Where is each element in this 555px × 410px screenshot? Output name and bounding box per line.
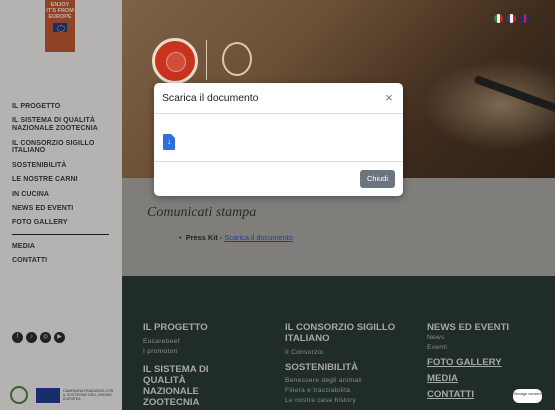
footer-heading-sistema[interactable]: IL SISTEMA DI QUALITÀ NAZIONALE ZOOTECNI… <box>143 364 223 408</box>
footer-link-foto-gallery[interactable]: FOTO GALLERY <box>427 357 555 368</box>
enjoy-europe-logo[interactable]: ENJOY IT'S FROM EUROPE <box>45 0 75 52</box>
logo-line-3: EUROPE <box>48 14 72 20</box>
nav-item-news-eventi[interactable]: NEWS ED EVENTI <box>12 205 118 213</box>
page-title: Comunicati stampa <box>147 205 257 220</box>
press-kit-download-link[interactable]: Scarica il documento <box>224 233 293 242</box>
instagram-icon[interactable]: ◎ <box>40 332 51 343</box>
footer-col-2: IL CONSORZIO SIGILLO ITALIANO Il Consorz… <box>285 322 415 406</box>
footer-heading-news[interactable]: NEWS ED EVENTI <box>427 322 555 333</box>
close-icon[interactable]: × <box>383 91 395 104</box>
footer-link-promotori[interactable]: I promotori <box>143 347 273 357</box>
footer-link-case-history[interactable]: Le nostre case history <box>285 396 415 406</box>
nav-item-nostre-carni[interactable]: LE NOSTRE CARNI <box>12 176 118 184</box>
nav-item-in-cucina[interactable]: IN CUCINA <box>12 191 118 199</box>
sidebar: ENJOY IT'S FROM EUROPE IL PROGETTO IL SI… <box>0 0 122 410</box>
nav-item-sistema-qualita[interactable]: IL SISTEMA DI QUALITÀ NAZIONALE ZOOTECNI… <box>12 117 118 133</box>
footer-link-filiera[interactable]: Filiera e tracciabilità <box>285 386 415 396</box>
footer-heading-sostenibilita[interactable]: SOSTENIBILITÀ <box>285 362 415 373</box>
press-kit-line: • Press Kit - Scarica il documento <box>179 233 293 242</box>
nav-item-media[interactable]: MEDIA <box>12 243 118 251</box>
youtube-icon[interactable]: ▶ <box>54 332 65 343</box>
close-button[interactable]: Chiudi <box>360 170 395 188</box>
nav-divider <box>12 233 109 235</box>
nav-item-sostenibilita[interactable]: SOSTENIBILITÀ <box>12 162 118 170</box>
tiktok-icon[interactable]: ♪ <box>26 332 37 343</box>
italian-flag-icon[interactable] <box>494 14 503 23</box>
eu-flag-icon <box>36 388 60 403</box>
modal-header: Scarica il documento × <box>154 83 403 114</box>
modal-footer: Chiudi <box>154 162 403 196</box>
page: ENJOY IT'S FROM EUROPE IL PROGETTO IL SI… <box>0 0 555 410</box>
sidebar-footer-logos: CAMPAGNA FINANZIATA CON IL SOSTEGNO DELL… <box>8 386 116 406</box>
nav-item-consorzio[interactable]: IL CONSORZIO SIGILLO ITALIANO <box>12 140 118 156</box>
footer-col-1: IL PROGETTO Eucarebeef I promotori IL SI… <box>143 322 273 408</box>
nav-item-il-progetto[interactable]: IL PROGETTO <box>12 103 118 111</box>
modal-body: ↓ <box>154 114 403 162</box>
modal-title: Scarica il documento <box>162 93 259 104</box>
eu-funding-text: CAMPAGNA FINANZIATA CON IL SOSTEGNO DELL… <box>63 389 114 401</box>
manage-consent-button[interactable]: Manage consent <box>513 389 542 403</box>
nav-item-contatti[interactable]: CONTATTI <box>12 257 118 265</box>
file-download-icon[interactable]: ↓ <box>163 134 175 150</box>
site-footer: IL PROGETTO Eucarebeef I promotori IL SI… <box>122 276 555 410</box>
sqnz-badge-icon <box>222 42 252 76</box>
press-kit-label: Press Kit - <box>185 233 225 242</box>
social-links: f ♪ ◎ ▶ <box>12 332 65 343</box>
language-switcher <box>494 14 529 23</box>
footer-link-media[interactable]: MEDIA <box>427 373 555 384</box>
sigillo-italiano-badge-icon <box>152 38 198 84</box>
footer-heading-progetto[interactable]: IL PROGETTO <box>143 322 273 333</box>
english-flag-icon[interactable] <box>520 14 529 23</box>
nav-item-foto-gallery[interactable]: FOTO GALLERY <box>12 219 118 227</box>
bullet: • <box>179 233 186 242</box>
download-modal: Scarica il documento × ↓ Chiudi <box>154 83 403 196</box>
footer-link-benessere[interactable]: Benessere degli animali <box>285 376 415 386</box>
footer-link-eucarebeef[interactable]: Eucarebeef <box>143 337 273 347</box>
footer-link-news[interactable]: News <box>427 333 555 343</box>
footer-link-consorzio[interactable]: Il Consorzio <box>285 348 415 358</box>
french-flag-icon[interactable] <box>507 14 516 23</box>
badge-divider <box>206 40 207 80</box>
footer-link-eventi[interactable]: Eventi <box>427 343 555 353</box>
consortium-logo-icon <box>10 386 28 404</box>
facebook-icon[interactable]: f <box>12 332 23 343</box>
eu-flag-icon <box>53 23 67 32</box>
sidebar-nav: IL PROGETTO IL SISTEMA DI QUALITÀ NAZION… <box>12 103 118 272</box>
footer-heading-consorzio[interactable]: IL CONSORZIO SIGILLO ITALIANO <box>285 322 415 344</box>
